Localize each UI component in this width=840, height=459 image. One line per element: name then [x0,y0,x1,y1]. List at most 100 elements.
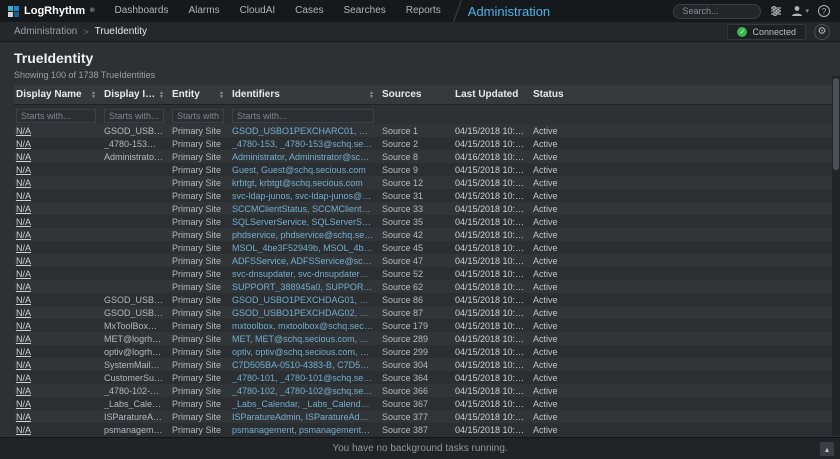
cell-display-name-link[interactable]: N/A [14,412,102,422]
cell-display-name-link[interactable]: N/A [14,321,102,331]
cell-display-name-link[interactable]: N/A [14,347,102,357]
cell-display-name-link[interactable]: N/A [14,308,102,318]
cell-display-name-link[interactable]: N/A [14,230,102,240]
cell-status: Active [531,217,832,227]
cell-display-name-link[interactable]: N/A [14,425,102,435]
connected-label: Connected [752,27,796,37]
column-header-identifiers[interactable]: Identifiers ▲▼ [230,85,380,104]
help-button[interactable]: ? [818,5,830,17]
filter-entity-input[interactable] [172,109,224,123]
cell-display-name-link[interactable]: N/A [14,373,102,383]
nav-item-alarms[interactable]: Alarms [178,0,229,22]
user-menu-button[interactable]: ▾ [791,5,809,17]
cell-display-name-link[interactable]: N/A [14,126,102,136]
table-row[interactable]: N/A Primary Site SUPPORT_388945a0, SUPPO… [14,280,832,293]
nav-item-searches[interactable]: Searches [334,0,396,22]
top-navbar: LogRhythm ® Dashboards Alarms CloudAI Ca… [0,0,840,22]
table-row[interactable]: N/A Primary Site SQLServerService, SQLSe… [14,215,832,228]
filter-sliders-icon[interactable] [770,5,782,17]
cell-entity: Primary Site [170,243,230,253]
cell-display-name-link[interactable]: N/A [14,269,102,279]
table-row[interactable]: N/A CustomerSuccess... Primary Site _478… [14,371,832,384]
table-header-row: Display Name ▲▼ Display Identifier ▲▼ En… [14,85,832,105]
table-row[interactable]: N/A MxToolBox@logr... Primary Site mxtoo… [14,319,832,332]
cell-status: Active [531,191,832,201]
filter-display-identifier-input[interactable] [104,109,164,123]
vertical-scrollbar[interactable] [832,76,840,436]
table-row[interactable]: N/A Primary Site MSOL_4be3F52949b, MSOL_… [14,241,832,254]
table-row[interactable]: N/A Primary Site SCCMClientStatus, SCCMC… [14,202,832,215]
cell-sources: Source 377 [380,412,453,422]
sort-icon[interactable]: ▲▼ [219,91,224,99]
table-row[interactable]: N/A Primary Site ADFSService, ADFSServic… [14,254,832,267]
cell-identifiers: _4780-153, _4780-153@schq.secious.com, _… [230,139,380,149]
filter-identifiers-input[interactable] [232,109,374,123]
column-header-last-updated[interactable]: Last Updated [453,85,531,104]
nav-item-reports[interactable]: Reports [396,0,451,22]
column-header-entity[interactable]: Entity ▲▼ [170,85,230,104]
cell-status: Active [531,425,832,435]
cell-display-name-link[interactable]: N/A [14,152,102,162]
cell-entity: Primary Site [170,399,230,409]
breadcrumb-trueidentity: TrueIdentity [95,26,147,37]
nav-item-administration-active[interactable]: Administration [468,4,550,19]
cell-display-name-link[interactable]: N/A [14,243,102,253]
table-row[interactable]: N/A Primary Site svc-ldap-junos, svc-lda… [14,189,832,202]
table-row[interactable]: N/A Primary Site svc-dnsupdater, svc-dns… [14,267,832,280]
scrollbar-thumb[interactable] [833,78,839,170]
table-row[interactable]: N/A Primary Site krbtgt, krbtgt@schq.sec… [14,176,832,189]
tasks-panel-toggle-button[interactable]: ▴ [820,442,834,456]
table-row[interactable]: N/A GSOD_USBO1PEX... Primary Site GSOD_U… [14,124,832,137]
cell-display-name-link[interactable]: N/A [14,256,102,266]
cell-display-name-link[interactable]: N/A [14,204,102,214]
table-row[interactable]: N/A GSOD_USBO1PEX... Primary Site GSOD_U… [14,293,832,306]
settings-button[interactable]: ⚙ [814,24,830,40]
cell-display-name-link[interactable]: N/A [14,295,102,305]
cell-display-identifier: GSOD_USBO1PEX... [102,308,170,318]
logrhythm-logo[interactable]: LogRhythm ® [0,5,105,17]
cell-display-name-link[interactable]: N/A [14,334,102,344]
sort-icon[interactable]: ▲▼ [159,91,164,99]
table-row[interactable]: N/A _Labs_Calendar@... Primary Site _Lab… [14,397,832,410]
table-row[interactable]: N/A _4780-153@logrh... Primary Site _478… [14,137,832,150]
sort-icon[interactable]: ▲▼ [91,91,96,99]
cell-last-updated: 04/15/2018 10:23:03 pm [453,360,531,370]
table-row[interactable]: N/A _4780-102-Ping@... Primary Site _478… [14,384,832,397]
breadcrumb-administration[interactable]: Administration [14,26,77,37]
cell-display-name-link[interactable]: N/A [14,399,102,409]
cell-last-updated: 04/15/2018 10:23:03 pm [453,269,531,279]
cell-display-name-link[interactable]: N/A [14,282,102,292]
table-row[interactable]: N/A psmanagement@... Primary Site psmana… [14,423,832,436]
filter-display-name-input[interactable] [16,109,96,123]
cell-display-name-link[interactable]: N/A [14,191,102,201]
cell-status: Active [531,256,832,266]
nav-item-cloudai[interactable]: CloudAI [230,0,286,22]
chevron-down-icon: ▾ [805,7,809,15]
table-row[interactable]: N/A SystemMailbox{C... Primary Site C7D5… [14,358,832,371]
connected-status-toggle[interactable]: ✓ Connected [727,24,806,40]
cell-display-name-link[interactable]: N/A [14,386,102,396]
nav-item-dashboards[interactable]: Dashboards [105,0,179,22]
cell-display-name-link[interactable]: N/A [14,178,102,188]
table-row[interactable]: N/A Primary Site Guest, Guest@schq.secio… [14,163,832,176]
search-input[interactable] [673,4,761,19]
column-header-status[interactable]: Status [531,85,832,104]
column-header-display-name[interactable]: Display Name ▲▼ [14,85,102,104]
column-header-display-identifier[interactable]: Display Identifier ▲▼ [102,85,170,104]
table-row[interactable]: N/A Administrator@lo... Primary Site Adm… [14,150,832,163]
table-row[interactable]: N/A ISParatureAdmin... Primary Site ISPa… [14,410,832,423]
cell-display-name-link[interactable]: N/A [14,139,102,149]
cell-identifiers: MSOL_4be3F52949b, MSOL_4be3F52949b... [230,243,380,253]
table-row[interactable]: N/A MET@logrhythm... Primary Site MET, M… [14,332,832,345]
nav-item-cases[interactable]: Cases [285,0,333,22]
column-header-sources[interactable]: Sources [380,85,453,104]
table-row[interactable]: N/A Primary Site phdservice, phdservice@… [14,228,832,241]
cell-display-name-link[interactable]: N/A [14,217,102,227]
table-row[interactable]: N/A optiv@logrhythm... Primary Site opti… [14,345,832,358]
table-row[interactable]: N/A GSOD_USBO1PEX... Primary Site GSOD_U… [14,306,832,319]
cell-sources: Source 86 [380,295,453,305]
cell-display-name-link[interactable]: N/A [14,165,102,175]
sort-icon[interactable]: ▲▼ [369,91,374,99]
cell-sources: Source 9 [380,165,453,175]
cell-display-name-link[interactable]: N/A [14,360,102,370]
